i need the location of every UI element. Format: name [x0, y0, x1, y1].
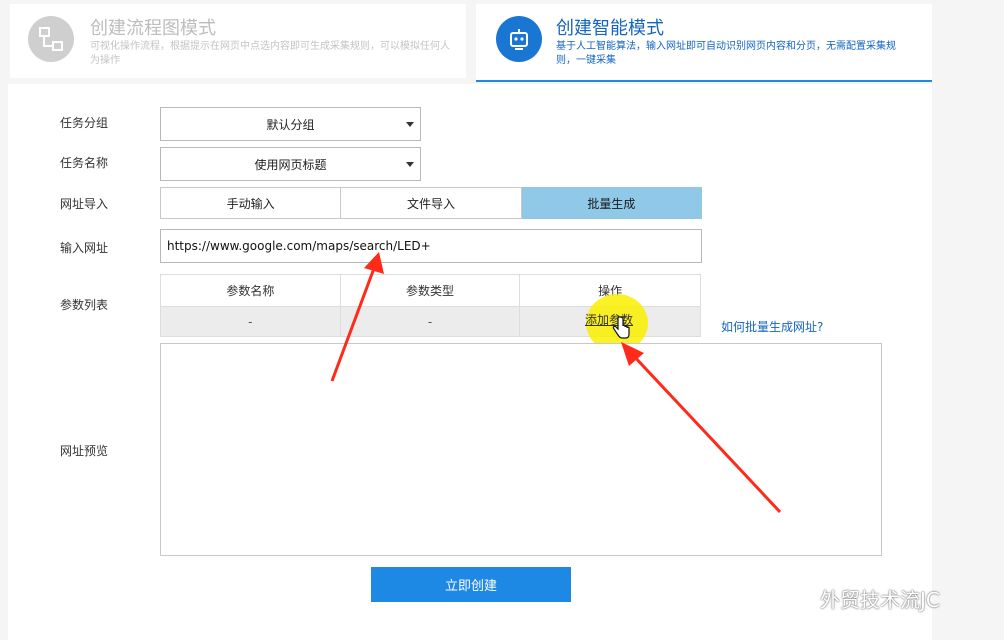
wechat-icon	[782, 587, 811, 609]
arrow-to-add-param-icon	[621, 342, 782, 514]
watermark-text: 外贸技术流JC	[820, 587, 940, 612]
watermark: 外贸技术流JC	[782, 578, 940, 618]
annotation-arrows	[330, 252, 782, 514]
arrow-to-url-icon	[330, 252, 384, 382]
